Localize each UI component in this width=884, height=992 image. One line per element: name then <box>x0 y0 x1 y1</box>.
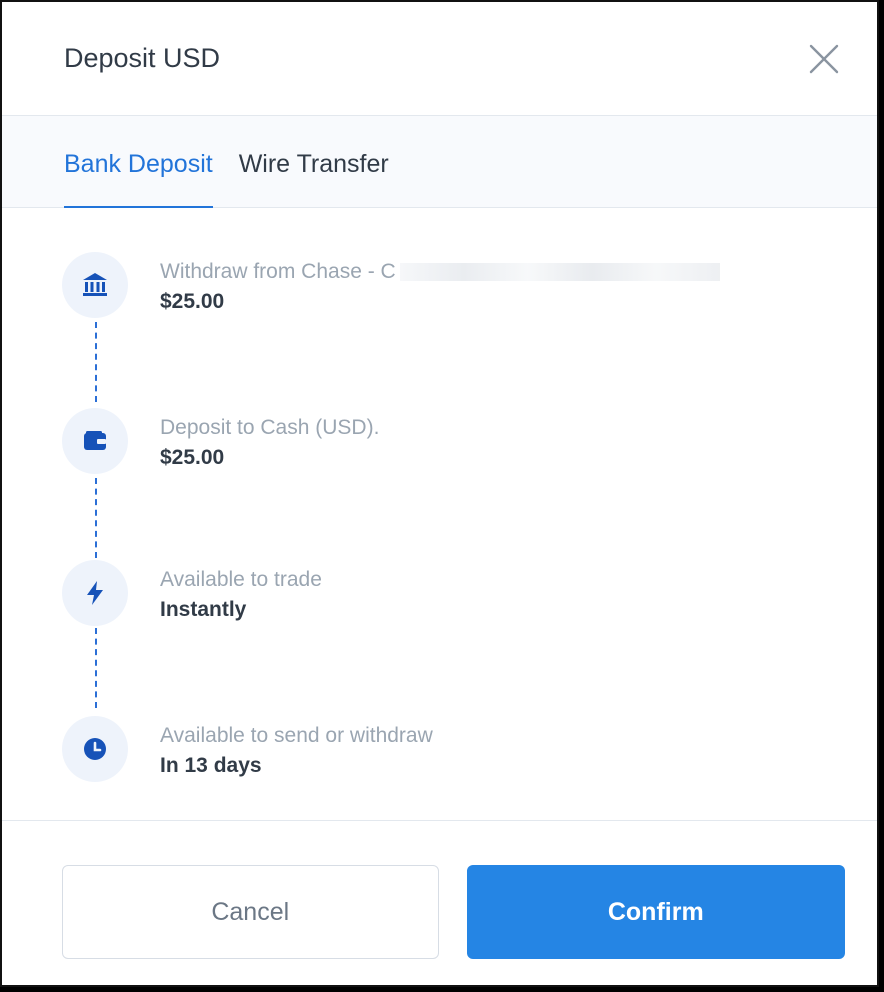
step-label: Available to trade <box>160 568 322 591</box>
close-icon[interactable] <box>807 42 841 76</box>
wallet-icon <box>62 408 128 474</box>
deposit-steps: Withdraw from Chase - C $25.00 Deposit t… <box>2 208 877 820</box>
step-label: Withdraw from Chase - C <box>160 258 720 286</box>
lightning-icon <box>62 560 128 626</box>
tab-wire-transfer[interactable]: Wire Transfer <box>239 150 389 207</box>
cancel-button[interactable]: Cancel <box>62 865 439 959</box>
deposit-modal: Deposit USD Bank Deposit Wire Transfer W… <box>0 0 879 987</box>
bank-icon <box>62 252 128 318</box>
step-label: Deposit to Cash (USD). <box>160 416 380 439</box>
step-deposit: Deposit to Cash (USD). $25.00 <box>62 408 379 474</box>
modal-header: Deposit USD <box>2 2 877 116</box>
step-withdraw: Withdraw from Chase - C $25.00 <box>62 252 720 318</box>
step-connector <box>95 322 97 402</box>
modal-footer: Cancel Confirm <box>2 820 877 985</box>
step-label: Available to send or withdraw <box>160 724 433 747</box>
step-value: In 13 days <box>160 754 262 777</box>
step-value: $25.00 <box>160 446 225 469</box>
step-withdraw-available: Available to send or withdraw In 13 days <box>62 716 433 782</box>
step-value: Instantly <box>160 598 247 621</box>
tab-bank-deposit[interactable]: Bank Deposit <box>64 150 213 208</box>
clock-icon <box>62 716 128 782</box>
step-value: $25.00 <box>160 290 225 313</box>
tab-bar: Bank Deposit Wire Transfer <box>2 116 877 208</box>
step-connector <box>95 478 97 558</box>
modal-title: Deposit USD <box>64 43 221 73</box>
step-trade: Available to trade Instantly <box>62 560 322 626</box>
confirm-button[interactable]: Confirm <box>466 865 845 959</box>
step-connector <box>95 628 97 708</box>
redacted-account <box>399 263 720 282</box>
